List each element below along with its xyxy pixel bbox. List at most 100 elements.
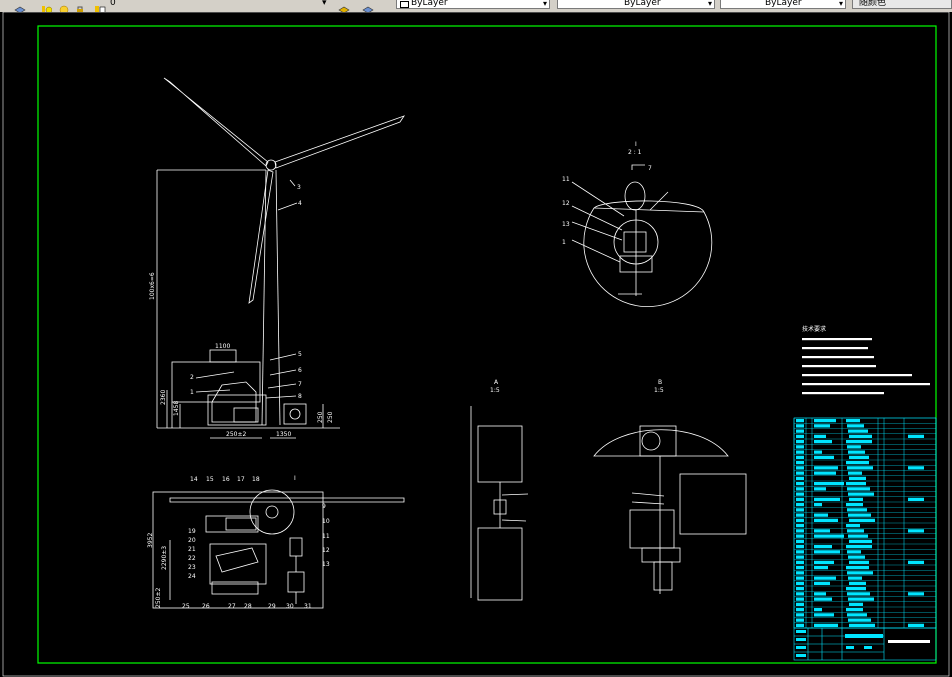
plotstyle-control[interactable]: 随颜色 — [852, 0, 952, 9]
dim-base-d: 1350 — [276, 431, 291, 438]
plan-balloon-26: 26 — [202, 603, 210, 610]
layer-previous-icon[interactable] — [362, 0, 374, 12]
parts-list-name-cell — [814, 497, 840, 501]
note-line — [802, 392, 884, 395]
plan-balloon-31: 31 — [304, 603, 312, 610]
parts-list-number-cell — [796, 487, 804, 491]
make-current-layer-icon[interactable] — [338, 0, 350, 12]
plan-balloon-25: 25 — [182, 603, 190, 610]
parts-list-note-cell — [908, 592, 924, 596]
plan-balloon-22: 22 — [188, 555, 196, 562]
parts-list-name-cell — [814, 623, 838, 627]
current-layer-name[interactable]: 0 — [110, 0, 116, 10]
balloon-7: 7 — [298, 381, 302, 388]
parts-list-name-cell — [814, 550, 840, 554]
parts-list-material-cell — [848, 534, 868, 538]
dim-base-c: 250±2 — [226, 431, 246, 438]
parts-list-material-cell — [846, 545, 872, 549]
parts-list-material-cell — [848, 555, 865, 559]
parts-list-material-cell — [849, 497, 863, 501]
note-line — [802, 365, 876, 368]
parts-list-number-cell — [796, 566, 804, 570]
plan-balloon-12: 12 — [322, 547, 330, 554]
parts-list-number-cell — [796, 613, 804, 617]
parts-list-name-cell — [814, 545, 832, 549]
color-square-icon[interactable] — [94, 0, 106, 12]
parts-list-material-cell — [849, 623, 875, 627]
parts-list-number-cell — [796, 550, 804, 554]
sun-icon[interactable] — [58, 0, 70, 12]
parts-list-number-cell — [796, 539, 804, 543]
parts-list-name-cell — [814, 581, 830, 585]
parts-list-material-cell — [849, 434, 872, 438]
parts-list-number-cell — [796, 602, 804, 606]
parts-list-material-cell — [849, 518, 875, 522]
parts-list-number-cell — [796, 503, 804, 507]
parts-list-number-cell — [796, 471, 804, 475]
dim-side-3: 250±2 — [155, 588, 162, 608]
parts-list-number-cell — [796, 597, 804, 601]
parts-list-material-cell — [846, 524, 860, 528]
parts-list-number-cell — [796, 455, 804, 459]
note-line — [802, 356, 874, 359]
parts-list-name-cell — [814, 434, 826, 438]
linetype-control[interactable]: ByLayer ▾ — [557, 0, 715, 9]
parts-list-material-cell — [849, 539, 872, 543]
dim-base-f: 250 — [327, 411, 334, 423]
layer-manager-icon[interactable] — [14, 0, 26, 12]
dim-base-e: 250 — [317, 411, 324, 423]
layer-dropdown-arrow-icon[interactable]: ▾ — [322, 0, 327, 10]
parts-list-number-cell — [796, 618, 804, 622]
parts-list-table — [793, 417, 937, 629]
plan-balloon-13: 13 — [322, 561, 330, 568]
dim-side-2: 2290±3 — [161, 546, 168, 570]
plan-balloon-14: 14 — [190, 476, 198, 483]
detail-balloon-13: 13 — [562, 221, 570, 228]
lineweight-control[interactable]: ByLayer ▾ — [720, 0, 846, 9]
layer-state-icon[interactable] — [40, 0, 53, 12]
parts-list-number-cell — [796, 592, 804, 596]
parts-list-material-cell — [847, 424, 864, 428]
parts-list-name-cell — [814, 592, 826, 596]
parts-list-material-cell — [846, 440, 872, 444]
detail-balloon-7: 7 — [648, 165, 652, 172]
parts-list-name-cell — [814, 455, 834, 459]
parts-list-name-cell — [814, 440, 832, 444]
parts-list-note-cell — [908, 434, 924, 438]
parts-list-material-cell — [849, 602, 863, 606]
parts-list-name-cell — [814, 513, 828, 517]
plan-balloon-15: 15 — [206, 476, 214, 483]
color-control[interactable]: ByLayer ▾ — [396, 0, 550, 9]
chevron-down-icon: ▾ — [542, 0, 547, 8]
lock-icon[interactable] — [74, 0, 86, 12]
parts-list-material-cell — [846, 482, 866, 486]
view-a-scale: 1:5 — [490, 387, 500, 394]
parts-list-number-cell — [796, 434, 804, 438]
note-line — [802, 347, 868, 350]
parts-list-name-cell — [814, 419, 836, 423]
parts-list-number-cell — [796, 560, 804, 564]
parts-list-number-cell — [796, 587, 804, 591]
parts-list-number-cell — [796, 440, 804, 444]
view-b-scale: 1:5 — [654, 387, 664, 394]
parts-list-name-cell — [814, 518, 838, 522]
parts-list-number-cell — [796, 513, 804, 517]
parts-list-material-cell — [846, 419, 860, 423]
parts-list-material-cell — [846, 608, 863, 612]
plan-balloon-11: 11 — [322, 533, 330, 540]
parts-list-number-cell — [796, 424, 804, 428]
detail-i-label: I — [635, 141, 637, 148]
parts-list-name-cell — [814, 424, 830, 428]
parts-list-number-cell — [796, 576, 804, 580]
balloon-1: 1 — [190, 389, 194, 396]
plan-balloon-27: 27 — [228, 603, 236, 610]
parts-list-name-cell — [814, 613, 834, 617]
plan-balloon-16: 16 — [222, 476, 230, 483]
plan-balloon-23: 23 — [188, 564, 196, 571]
detail-i-scale: 2 : 1 — [628, 149, 642, 156]
parts-list-name-cell — [814, 566, 828, 570]
drawing-canvas[interactable]: 100x6=6 1100 2360 1458 250±2 1350 250 25… — [0, 12, 952, 677]
detail-balloon-12: 12 — [562, 200, 570, 207]
parts-list-name-cell — [814, 450, 822, 454]
parts-list-material-cell — [847, 466, 873, 470]
